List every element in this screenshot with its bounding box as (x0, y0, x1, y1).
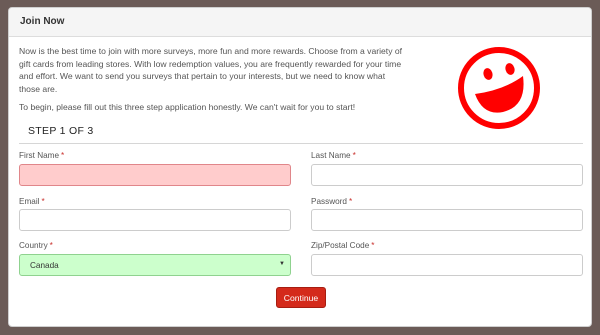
step-title: STEP 1 OF 3 (28, 125, 94, 137)
email-label: Email * (19, 197, 45, 206)
first-name-label-text: First Name (19, 151, 60, 160)
first-name-input[interactable] (19, 164, 291, 186)
country-selected-value: Canada (30, 261, 59, 270)
last-name-label: Last Name * (311, 151, 356, 160)
intro-paragraph: Now is the best time to join with more s… (19, 46, 403, 94)
first-name-label: First Name * (19, 151, 64, 160)
required-marker: * (348, 197, 353, 206)
country-select[interactable]: Canada ▼ (19, 254, 291, 276)
intro-text: Now is the best time to join with more s… (19, 45, 407, 120)
zip-input[interactable] (311, 254, 583, 276)
password-label: Password * (311, 197, 352, 206)
country-label-text: Country (19, 241, 48, 250)
email-label-text: Email (19, 197, 40, 206)
required-marker: * (61, 151, 65, 160)
country-label: Country * (19, 241, 53, 250)
panel-title: Join Now (9, 8, 591, 37)
caret-down-icon: ▼ (279, 261, 285, 267)
required-marker: * (352, 151, 356, 160)
email-input[interactable] (19, 209, 291, 231)
required-marker: * (371, 241, 375, 250)
zip-label-text: Zip/Postal Code (311, 241, 370, 250)
divider (19, 143, 583, 144)
password-label-text: Password (311, 197, 347, 206)
intro-paragraph: To begin, please fill out this three ste… (19, 102, 356, 113)
required-marker: * (41, 197, 45, 206)
required-marker: * (49, 241, 53, 250)
last-name-label-text: Last Name (311, 151, 351, 160)
password-input[interactable] (311, 209, 583, 231)
zip-label: Zip/Postal Code * (311, 241, 374, 250)
join-panel: Join Now Now is the best time to join wi… (8, 7, 592, 327)
smiley-icon (458, 47, 540, 129)
last-name-input[interactable] (311, 164, 583, 186)
continue-button[interactable]: Continue (276, 287, 326, 308)
